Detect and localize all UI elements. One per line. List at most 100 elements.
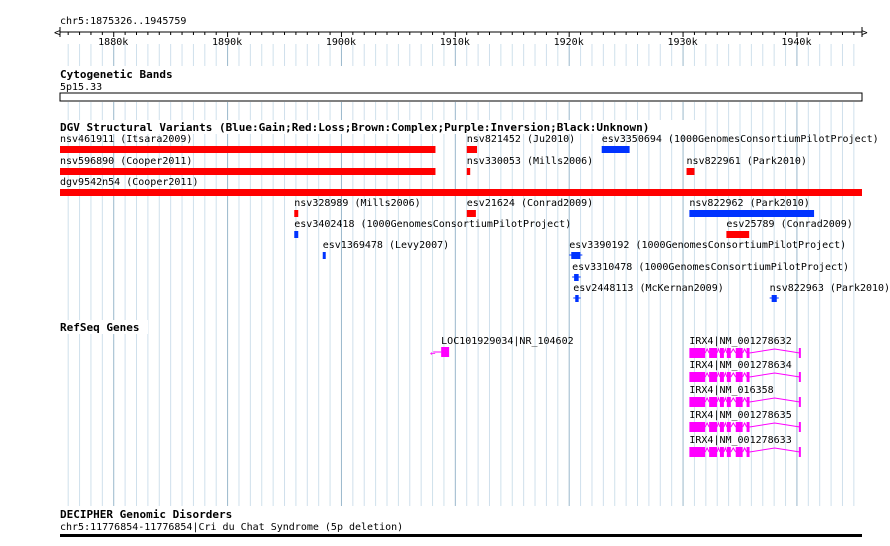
gene-intron <box>723 371 728 378</box>
gene-exon[interactable] <box>709 372 718 382</box>
dgv-feature-label: dgv9542n54 (Cooper2011) <box>60 177 198 188</box>
gene-exon[interactable] <box>735 422 743 432</box>
dgv-feature-bar[interactable] <box>466 146 478 153</box>
gene-exon[interactable] <box>719 372 724 382</box>
dgv-feature-label: esv21624 (Conrad2009) <box>467 198 593 209</box>
ruler-tick-label: 1920k <box>554 37 584 48</box>
decipher-feature-bar[interactable] <box>60 534 862 537</box>
gene-exon[interactable] <box>726 348 731 358</box>
gene-exon[interactable] <box>726 422 731 432</box>
gene-label: LOC101929034|NR_104602 <box>441 336 573 347</box>
gene-exon[interactable] <box>709 422 718 432</box>
decipher-track-title[interactable]: DECIPHER Genomic Disorders <box>60 508 232 521</box>
gene-exon[interactable] <box>735 348 743 358</box>
gene-exon[interactable] <box>709 348 718 358</box>
gene-intron <box>723 421 728 428</box>
gene-exon[interactable] <box>735 397 743 407</box>
gene-exon[interactable] <box>798 348 801 358</box>
gene-intron <box>749 372 800 378</box>
gene-exon[interactable] <box>719 422 724 432</box>
dgv-feature-bar[interactable] <box>294 231 299 238</box>
gene-exon[interactable] <box>726 447 731 457</box>
ruler-tick-label: 1930k <box>668 37 698 48</box>
gene-exon[interactable] <box>719 447 724 457</box>
dgv-feature-bar[interactable] <box>689 210 815 217</box>
dgv-feature-label: esv3350694 (1000GenomesConsortiumPilotPr… <box>602 134 879 145</box>
gene-exon[interactable] <box>689 348 706 358</box>
ruler-tick-label: 1880k <box>98 37 128 48</box>
gene-exon[interactable] <box>689 447 706 457</box>
genome-browser-canvas: chr5:1875326..1945759 < > 1880k 1890k 1900… <box>0 16 890 542</box>
gene-exon[interactable] <box>746 372 750 382</box>
dgv-feature-bar[interactable] <box>60 146 436 153</box>
gene-intron <box>730 372 737 378</box>
dgv-feature-label: nsv822963 (Park2010) <box>770 283 890 294</box>
dgv-feature-bar[interactable] <box>294 210 299 217</box>
gene-exon[interactable] <box>726 372 731 382</box>
region-label: chr5:1875326..1945759 <box>60 16 186 27</box>
gene-exon[interactable] <box>709 447 718 457</box>
cytoband-track-title[interactable]: Cytogenetic Bands <box>60 68 173 81</box>
gene-exon[interactable] <box>798 372 801 382</box>
ruler-tick-label: 1940k <box>781 37 811 48</box>
dgv-feature-label: esv3390192 (1000GenomesConsortiumPilotPr… <box>569 240 846 251</box>
dgv-track-title[interactable]: DGV Structural Variants (Blue:Gain;Red:L… <box>60 121 649 134</box>
gene-intron <box>723 347 728 354</box>
gene-exon[interactable] <box>746 422 750 432</box>
gene-exon[interactable] <box>719 348 724 358</box>
dgv-feature-bar[interactable] <box>601 146 630 153</box>
gene-intron <box>742 396 748 403</box>
dgv-feature-bar[interactable] <box>574 274 579 281</box>
gene-intron <box>749 447 800 453</box>
dgv-feature-label: esv1369478 (Levy2007) <box>323 240 449 251</box>
dgv-feature-bar[interactable] <box>466 210 476 217</box>
gene-intron <box>742 421 748 428</box>
gene-exon[interactable] <box>689 397 706 407</box>
decipher-feature-label: chr5:11776854-11776854|Cri du Chat Syndr… <box>60 522 403 533</box>
dgv-feature-label: nsv822962 (Park2010) <box>689 198 809 209</box>
dgv-feature-bar[interactable] <box>771 295 777 302</box>
gene-intron <box>730 447 737 453</box>
cytoband-label: 5p15.33 <box>60 82 102 93</box>
gene-exon[interactable] <box>798 397 801 407</box>
gene-exon[interactable] <box>719 397 724 407</box>
dgv-feature-bar[interactable] <box>686 168 695 175</box>
dgv-feature-bar[interactable] <box>322 252 326 259</box>
gene-label: IRX4|NM_001278633 <box>689 435 791 446</box>
ruler-left-arrow[interactable]: < <box>54 26 61 39</box>
dgv-feature-bar[interactable] <box>60 189 862 196</box>
gene-exon[interactable] <box>689 372 706 382</box>
ruler-tick-label: 1910k <box>440 37 470 48</box>
ruler-tick-label: 1890k <box>212 37 242 48</box>
dgv-feature-bar[interactable] <box>466 168 471 175</box>
cytoband-bar[interactable] <box>59 92 863 102</box>
gene-exon[interactable] <box>798 422 801 432</box>
dgv-feature-label: nsv596890 (Cooper2011) <box>60 156 192 167</box>
gene-intron <box>742 446 748 453</box>
gene-exon[interactable] <box>746 397 750 407</box>
gene-intron <box>730 422 737 428</box>
gene-exon[interactable] <box>735 447 743 457</box>
dgv-feature-bar[interactable] <box>60 168 436 175</box>
gene-intron <box>730 348 737 354</box>
gene-exon[interactable] <box>746 348 750 358</box>
dgv-feature-label: nsv330053 (Mills2006) <box>467 156 593 167</box>
gene-exon[interactable] <box>709 397 718 407</box>
gene-label: IRX4|NM_001278632 <box>689 336 791 347</box>
dgv-feature-label: nsv461911 (Itsara2009) <box>60 134 192 145</box>
dgv-feature-label: nsv822961 (Park2010) <box>687 156 807 167</box>
refseq-track-title[interactable]: RefSeq Genes <box>60 321 139 334</box>
dgv-feature-bar[interactable] <box>726 231 750 238</box>
gene-exon[interactable] <box>726 397 731 407</box>
gene-exon[interactable] <box>746 447 750 457</box>
gene-exon[interactable] <box>441 347 450 357</box>
ruler-right-arrow[interactable]: > <box>861 26 868 39</box>
gene-label: IRX4|NM_016358 <box>689 385 773 396</box>
gene-exon[interactable] <box>689 422 706 432</box>
dgv-feature-label: esv25789 (Conrad2009) <box>726 219 852 230</box>
dgv-feature-bar[interactable] <box>575 295 579 302</box>
gene-exon[interactable] <box>735 372 743 382</box>
gene-intron <box>742 371 748 378</box>
dgv-feature-bar[interactable] <box>571 252 581 259</box>
gene-exon[interactable] <box>798 447 801 457</box>
